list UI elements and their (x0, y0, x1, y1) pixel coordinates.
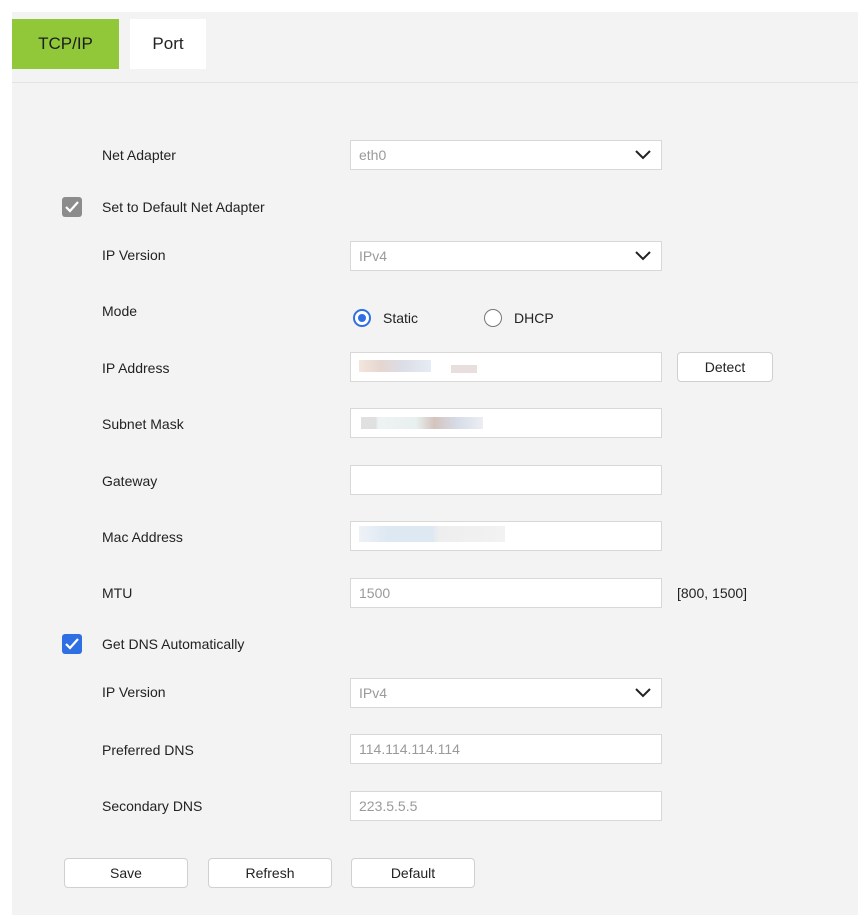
tab-bar: TCP/IP Port (12, 12, 858, 82)
tab-tcpip[interactable]: TCP/IP (12, 19, 119, 69)
mode-dhcp-radio[interactable] (484, 309, 502, 327)
net-adapter-label: Net Adapter (102, 147, 176, 163)
mode-static-radio[interactable] (353, 309, 371, 327)
mode-static-label: Static (383, 310, 419, 326)
gateway-label: Gateway (102, 473, 158, 489)
preferred-dns-label: Preferred DNS (102, 742, 194, 758)
ip-address-label: IP Address (102, 360, 170, 376)
secondary-dns-value: 223.5.5.5 (359, 798, 418, 814)
redacted-value (451, 365, 477, 373)
ip-version-value: IPv4 (359, 248, 388, 264)
preferred-dns-value: 114.114.114.114 (359, 741, 460, 757)
dns-ip-version-value: IPv4 (359, 685, 388, 701)
tab-port[interactable]: Port (130, 19, 206, 69)
check-icon (65, 201, 79, 213)
detect-button[interactable]: Detect (677, 352, 773, 382)
chevron-down-icon (635, 688, 651, 698)
preferred-dns-input[interactable]: 114.114.114.114 (350, 734, 662, 764)
subnet-mask-label: Subnet Mask (102, 416, 184, 432)
net-adapter-select[interactable]: eth0 (350, 140, 662, 170)
secondary-dns-label: Secondary DNS (102, 798, 203, 814)
secondary-dns-input[interactable]: 223.5.5.5 (350, 791, 662, 821)
mtu-value: 1500 (359, 585, 391, 601)
ip-version-label: IP Version (102, 247, 166, 263)
subnet-mask-input[interactable] (350, 408, 662, 438)
ip-address-input[interactable] (350, 352, 662, 382)
get-dns-checkbox[interactable] (62, 634, 82, 654)
chevron-down-icon (635, 251, 651, 261)
ip-version-select[interactable]: IPv4 (350, 241, 662, 271)
net-adapter-value: eth0 (359, 147, 387, 163)
gateway-input[interactable] (350, 465, 662, 495)
check-icon (65, 638, 79, 650)
default-adapter-checkbox[interactable] (62, 197, 82, 217)
mtu-input[interactable]: 1500 (350, 578, 662, 608)
default-button[interactable]: Default (351, 858, 475, 888)
dns-ip-version-select[interactable]: IPv4 (350, 678, 662, 708)
mtu-label: MTU (102, 585, 133, 601)
redacted-value (359, 526, 505, 542)
get-dns-label: Get DNS Automatically (102, 636, 245, 652)
mac-address-input[interactable] (350, 521, 662, 551)
default-adapter-label: Set to Default Net Adapter (102, 199, 265, 215)
save-button[interactable]: Save (64, 858, 188, 888)
dns-ip-version-label: IP Version (102, 684, 166, 700)
mtu-range-hint: [800, 1500] (677, 585, 748, 601)
redacted-value (361, 417, 483, 429)
mode-label: Mode (102, 303, 138, 319)
chevron-down-icon (635, 150, 651, 160)
redacted-value (359, 360, 431, 372)
mode-dhcp-label: DHCP (514, 310, 554, 326)
mac-address-label: Mac Address (102, 529, 183, 545)
refresh-button[interactable]: Refresh (208, 858, 332, 888)
